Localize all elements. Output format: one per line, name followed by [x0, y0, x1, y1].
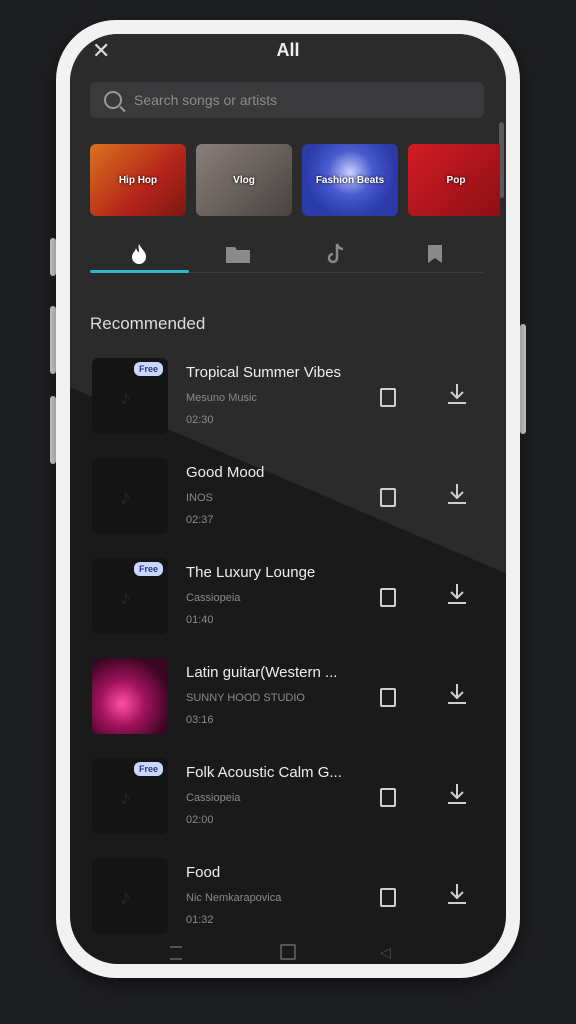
download-icon[interactable]: [446, 782, 468, 806]
track-duration: 02:37: [186, 514, 214, 526]
download-icon[interactable]: [446, 682, 468, 706]
track-duration: 02:00: [186, 814, 214, 826]
track-row[interactable]: ♪ Good Mood INOS 02:37: [92, 458, 502, 558]
category-card-vlog[interactable]: Vlog: [196, 144, 292, 216]
category-label: Vlog: [233, 174, 255, 186]
track-row[interactable]: ♪ Free The Luxury Lounge Cassiopeia 01:4…: [92, 558, 502, 658]
search-input[interactable]: [132, 91, 456, 109]
track-name: Latin guitar(Western ...: [186, 664, 338, 681]
track-artist: SUNNY HOOD STUDIO: [186, 692, 305, 704]
track-artist: Cassiopeia: [186, 592, 241, 604]
category-card-fashion-beats[interactable]: Fashion Beats: [302, 144, 398, 216]
tiktok-icon: [328, 243, 344, 264]
track-duration: 01:40: [186, 614, 214, 626]
bookmark-icon: [427, 245, 442, 263]
recent-apps-icon[interactable]: [170, 946, 182, 960]
bookmark-icon[interactable]: [380, 588, 396, 607]
phone-frame: ✕ All Hip Hop Vlog Fashion Beats Pop: [56, 20, 520, 978]
tab-trending[interactable]: [90, 236, 189, 273]
track-name: Food: [186, 864, 221, 881]
track-row[interactable]: Latin guitar(Western ... SUNNY HOOD STUD…: [92, 658, 502, 758]
bookmark-icon[interactable]: [380, 788, 396, 807]
section-title: Recommended: [90, 314, 206, 333]
folder-icon: [225, 247, 250, 263]
category-card-hip-hop[interactable]: Hip Hop: [90, 144, 186, 216]
system-nav-bar: ◁: [70, 944, 506, 964]
music-note-icon: ♪: [120, 584, 131, 609]
power-button: [520, 324, 526, 434]
back-icon[interactable]: ◁: [380, 944, 391, 961]
tab-saved[interactable]: [386, 236, 485, 272]
tab-folder[interactable]: [189, 236, 288, 272]
download-icon[interactable]: [446, 482, 468, 506]
track-thumbnail: [92, 658, 168, 734]
free-badge: Free: [134, 362, 164, 376]
download-icon[interactable]: [446, 382, 468, 406]
music-note-icon: ♪: [120, 884, 131, 909]
track-duration: 02:30: [186, 414, 214, 426]
track-list: ♪ Free Tropical Summer Vibes Mesuno Musi…: [92, 358, 502, 958]
track-row[interactable]: ♪ Free Folk Acoustic Calm G... Cassiopei…: [92, 758, 502, 858]
home-icon[interactable]: [280, 944, 296, 960]
track-thumbnail: ♪: [92, 458, 168, 534]
track-thumbnail: ♪: [92, 858, 168, 934]
category-label: Fashion Beats: [315, 174, 385, 186]
page-title: All: [276, 40, 300, 60]
track-artist: Nic Nemkarapovica: [186, 892, 282, 904]
free-badge: Free: [134, 762, 164, 776]
music-note-icon: ♪: [120, 784, 131, 809]
track-duration: 01:32: [186, 914, 214, 926]
download-icon[interactable]: [446, 582, 468, 606]
app-screen: ✕ All Hip Hop Vlog Fashion Beats Pop: [70, 34, 506, 964]
track-name: Good Mood: [186, 464, 265, 481]
bookmark-icon[interactable]: [380, 488, 396, 507]
category-carousel[interactable]: Hip Hop Vlog Fashion Beats Pop: [90, 144, 500, 220]
search-icon: [104, 91, 122, 109]
track-artist: Mesuno Music: [186, 392, 257, 404]
bookmark-icon[interactable]: [380, 888, 396, 907]
top-bar: ✕ All: [70, 34, 506, 74]
music-note-icon: ♪: [120, 484, 131, 509]
track-duration: 03:16: [186, 714, 214, 726]
music-note-icon: ♪: [120, 384, 131, 409]
tab-tiktok[interactable]: [287, 236, 386, 272]
tab-bar: [90, 236, 484, 273]
bookmark-icon[interactable]: [380, 688, 396, 707]
track-artist: INOS: [186, 492, 213, 504]
track-row[interactable]: ♪ Free Tropical Summer Vibes Mesuno Musi…: [92, 358, 502, 458]
track-name: The Luxury Lounge: [186, 564, 316, 581]
flame-icon: [132, 244, 147, 264]
track-name: Folk Acoustic Calm G...: [186, 764, 342, 781]
download-icon[interactable]: [446, 882, 468, 906]
bookmark-icon[interactable]: [380, 388, 396, 407]
track-name: Tropical Summer Vibes: [186, 364, 342, 381]
free-badge: Free: [134, 562, 164, 576]
search-bar[interactable]: [90, 82, 484, 118]
track-artist: Cassiopeia: [186, 792, 241, 804]
category-card-pop[interactable]: Pop: [408, 144, 500, 216]
category-label: Hip Hop: [118, 174, 158, 186]
track-row[interactable]: ♪ Food Nic Nemkarapovica 01:32: [92, 858, 502, 958]
category-label: Pop: [446, 174, 466, 186]
